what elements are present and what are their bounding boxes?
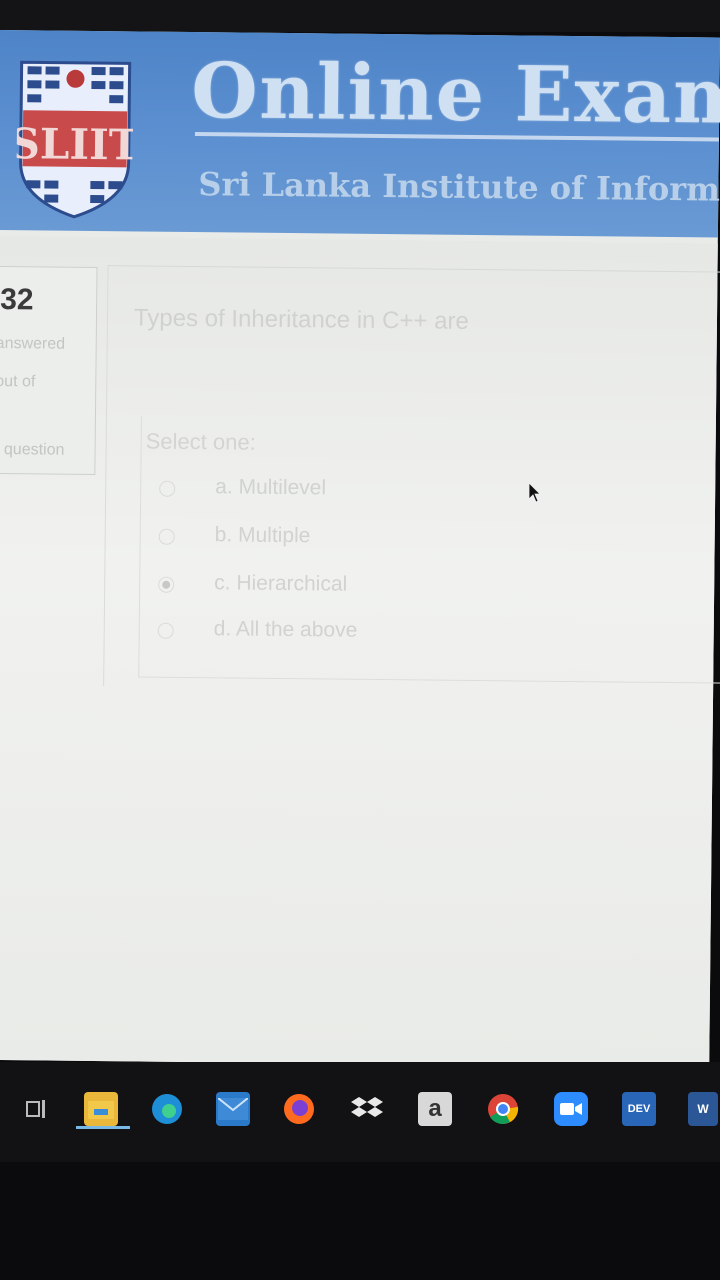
- option-label: b. Multiple: [214, 523, 311, 548]
- flag-question-link[interactable]: g question: [0, 441, 65, 460]
- windows-taskbar: a DEV W: [0, 1062, 720, 1162]
- chrome-icon[interactable]: [486, 1092, 520, 1126]
- radio-button[interactable]: [158, 528, 175, 545]
- answer-option-a[interactable]: a. Multilevel: [159, 475, 479, 506]
- question-status: answered: [0, 334, 66, 353]
- edge-icon[interactable]: [150, 1092, 184, 1126]
- sliit-logo: SLIIT: [16, 60, 134, 219]
- exam-header: SLIIT Online Exam Sri Lanka Institute of…: [0, 30, 720, 238]
- option-label: a. Multilevel: [215, 475, 327, 500]
- page-subtitle: Sri Lanka Institute of Informati: [198, 165, 720, 210]
- option-label: d. All the above: [213, 617, 358, 642]
- svg-text:SLIIT: SLIIT: [16, 119, 134, 169]
- option-label: c. Hierarchical: [214, 571, 348, 596]
- question-text: Types of Inheritance in C++ are: [133, 304, 469, 335]
- task-view-icon[interactable]: [20, 1092, 54, 1126]
- question-info-panel: 32 answered out of g question: [0, 265, 98, 476]
- firefox-icon[interactable]: [282, 1092, 316, 1126]
- mouse-cursor-icon: [528, 482, 541, 503]
- quiz-content: 32 answered out of g question Types of I…: [0, 235, 720, 1068]
- dev-icon[interactable]: DEV: [622, 1092, 656, 1126]
- active-app-indicator: [76, 1126, 130, 1129]
- page-title: Online Exam: [190, 46, 720, 141]
- question-box: Types of Inheritance in C++ are Select o…: [103, 265, 720, 693]
- mail-icon[interactable]: [216, 1092, 250, 1126]
- answer-option-d[interactable]: d. All the above: [157, 617, 478, 648]
- word-icon[interactable]: W: [688, 1092, 718, 1126]
- radio-button[interactable]: [157, 622, 174, 639]
- question-mark: out of: [0, 372, 36, 391]
- zoom-icon[interactable]: [554, 1092, 588, 1126]
- radio-button[interactable]: [159, 480, 176, 497]
- dropbox-icon[interactable]: [350, 1092, 384, 1126]
- monitor-screen: SLIIT Online Exam Sri Lanka Institute of…: [0, 30, 720, 1068]
- amazon-icon[interactable]: a: [418, 1092, 452, 1126]
- select-one-prompt: Select one:: [145, 428, 256, 455]
- file-explorer-icon[interactable]: [84, 1092, 118, 1126]
- question-number: 32: [0, 283, 34, 317]
- answer-option-c[interactable]: c. Hierarchical: [158, 571, 478, 602]
- answer-box: Select one: a. Multilevel b. Multiple c.…: [138, 416, 720, 684]
- camera-bezel: [0, 0, 720, 32]
- answer-option-b[interactable]: b. Multiple: [158, 523, 479, 554]
- radio-button-selected[interactable]: [158, 576, 175, 593]
